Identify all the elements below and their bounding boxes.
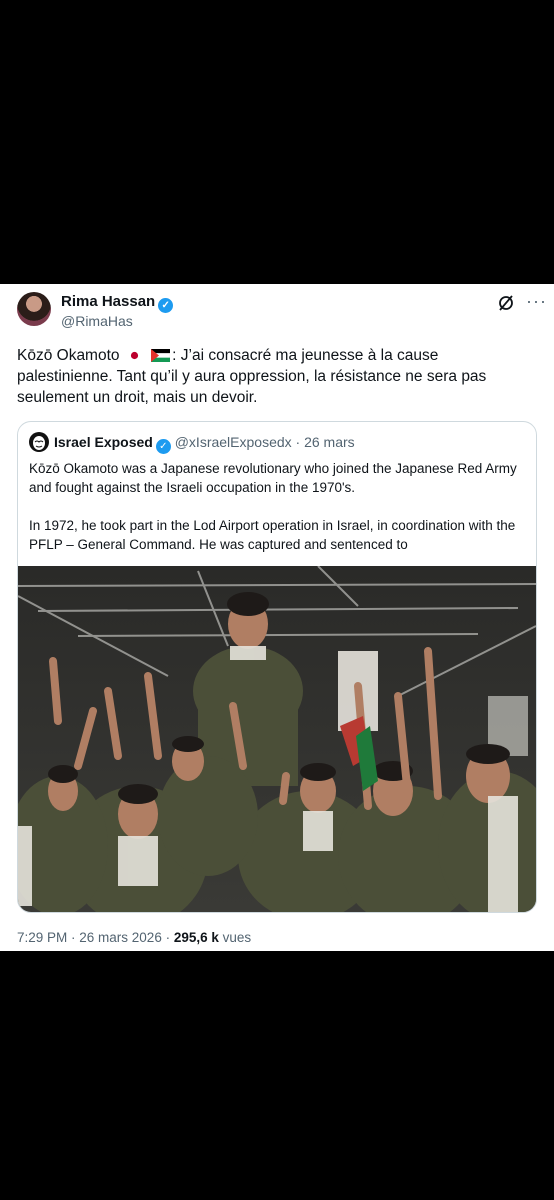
post-footer: 7:29 PM · 26 mars 2026 · 295,6 k vues [17,930,251,945]
tweet-text: Kōzō Okamoto : J’ai consacré ma jeunesse… [17,347,487,406]
mask-icon [33,436,45,450]
more-icon[interactable]: ··· [526,291,547,312]
author-handle[interactable]: @RimaHas [61,313,133,329]
quote-author-handle[interactable]: @xIsraelExposedx [175,434,292,450]
verified-badge-icon: ✓ [155,439,171,454]
author-name[interactable]: Rima Hassan ✓ [61,293,174,313]
quote-date: · 26 mars [295,434,355,450]
quote-avatar [29,432,49,452]
quote-header: Israel Exposed ✓ @xIsraelExposedx · 26 ma… [54,434,355,454]
japan-flag-icon [125,349,143,362]
quote-author-name[interactable]: Israel Exposed [54,434,153,450]
quote-text: Kōzō Okamoto was a Japanese revolutionar… [29,459,529,554]
verified-badge-icon: ✓ [158,298,174,313]
grok-icon[interactable] [497,294,515,312]
quote-paragraph-1: Kōzō Okamoto was a Japanese revolutionar… [29,461,517,495]
post-timestamp[interactable]: 7:29 PM · 26 mars 2026 · [17,930,170,945]
quote-photo[interactable] [18,566,536,913]
view-label: vues [222,930,252,945]
quote-paragraph-2: In 1972, he took part in the Lod Airport… [29,518,516,552]
view-count: 295,6 k [173,930,219,945]
palestine-flag-icon [151,349,171,362]
quoted-tweet[interactable]: Israel Exposed ✓ @xIsraelExposedx · 26 ma… [17,421,537,913]
avatar[interactable] [17,292,51,326]
